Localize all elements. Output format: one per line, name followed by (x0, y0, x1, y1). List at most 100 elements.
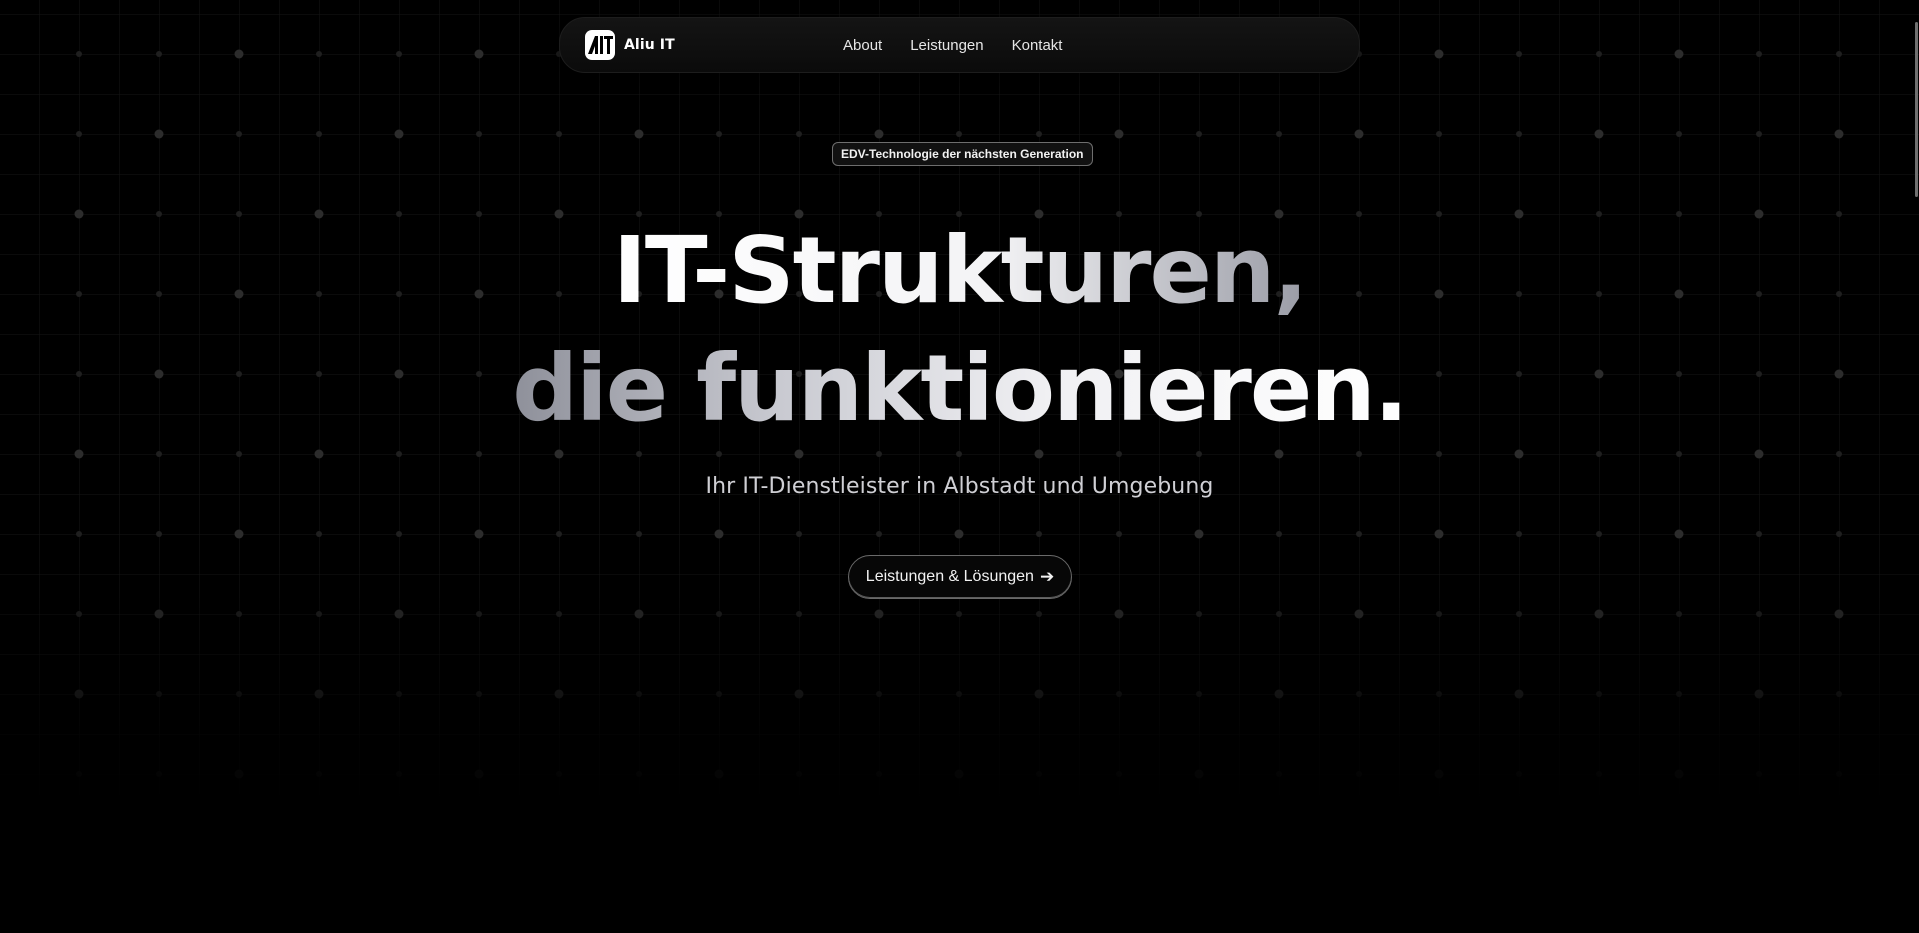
grid-dot (954, 529, 964, 539)
grid-dot (1036, 771, 1042, 777)
grid-dot (1596, 451, 1602, 457)
nav-link-leistungen[interactable]: Leistungen (910, 37, 983, 54)
hero-subtitle: Ihr IT-Dienstleister in Albstadt und Umg… (705, 474, 1214, 499)
grid-dot (556, 531, 562, 537)
grid-dot (1436, 691, 1442, 697)
grid-dot (236, 611, 242, 617)
grid-dot (234, 49, 244, 59)
grid-dot (1596, 531, 1602, 537)
grid-dot (716, 451, 722, 457)
grid-dot (316, 771, 322, 777)
grid-dot (1836, 451, 1842, 457)
grid-dot (874, 609, 884, 619)
grid-dot (1676, 691, 1682, 697)
nav-link-about[interactable]: About (843, 37, 882, 54)
grid-dot (956, 691, 962, 697)
grid-dot (1034, 689, 1044, 699)
brand-name[interactable]: Aliu IT (624, 37, 675, 53)
grid-dot (796, 611, 802, 617)
grid-dot (474, 769, 484, 779)
page: Aliu IT About Leistungen Kontakt EDV-Tec… (0, 0, 1919, 933)
hero-badge: EDV-Technologie der nächsten Generation (832, 142, 1093, 166)
grid-dot (716, 611, 722, 617)
grid-dot (1836, 691, 1842, 697)
grid-dot (316, 531, 322, 537)
grid-dot (1196, 611, 1202, 617)
grid-dot (1436, 131, 1442, 137)
arrow-right-icon[interactable]: ➔ (1040, 567, 1054, 587)
grid-dot (1834, 129, 1844, 139)
grid-dot (1036, 131, 1042, 137)
grid-dot (1196, 451, 1202, 457)
grid-dot (716, 691, 722, 697)
grid-dot (1516, 131, 1522, 137)
hero-headline: IT-Strukturen, die funktionieren. (0, 212, 1919, 448)
grid-dot (1196, 691, 1202, 697)
grid-dot (956, 131, 962, 137)
grid-dot (556, 131, 562, 137)
grid-dot (1036, 611, 1042, 617)
grid-dot (1594, 129, 1604, 139)
background-fade (0, 0, 1919, 933)
grid-dot (76, 611, 82, 617)
grid-dot (316, 51, 322, 57)
grid-dot (1116, 771, 1122, 777)
grid-dot (1276, 131, 1282, 137)
grid-dot (394, 129, 404, 139)
grid-dot (1354, 129, 1364, 139)
grid-dot (314, 689, 324, 699)
grid-dot (234, 529, 244, 539)
cta-label[interactable]: Leistungen & Lösungen (866, 568, 1034, 586)
grid-dot (1596, 51, 1602, 57)
grid-dot (1116, 451, 1122, 457)
grid-dot (1356, 691, 1362, 697)
scrollbar-thumb[interactable] (1915, 22, 1918, 197)
grid-dot (1436, 611, 1442, 617)
grid-dot (1116, 691, 1122, 697)
grid-dot (1036, 531, 1042, 537)
grid-dot (1676, 611, 1682, 617)
grid-dot (154, 609, 164, 619)
grid-dot (956, 451, 962, 457)
grid-dot (236, 131, 242, 137)
brand[interactable]: Aliu IT (585, 30, 675, 60)
grid-dot (874, 129, 884, 139)
cta-button[interactable]: Leistungen & Lösungen ➔ (848, 555, 1072, 599)
grid-dot (1516, 611, 1522, 617)
grid-dot (956, 611, 962, 617)
grid-dot (1674, 769, 1684, 779)
nav-link-kontakt[interactable]: Kontakt (1012, 37, 1063, 54)
grid-dot (156, 51, 162, 57)
grid-dot (316, 131, 322, 137)
grid-dot (236, 691, 242, 697)
grid-dot (76, 131, 82, 137)
grid-dot (796, 771, 802, 777)
grid-dot (636, 691, 642, 697)
grid-dot (636, 531, 642, 537)
grid-dot (1434, 769, 1444, 779)
grid-dot (1674, 49, 1684, 59)
grid-dot (876, 771, 882, 777)
page-scrollbar[interactable] (1913, 0, 1919, 933)
grid-dot (314, 449, 324, 459)
grid-dot (794, 689, 804, 699)
grid-dot (1434, 49, 1444, 59)
grid-dot (476, 691, 482, 697)
grid-dot (1274, 689, 1284, 699)
grid-dot (396, 531, 402, 537)
grid-dot (556, 771, 562, 777)
grid-dot (636, 771, 642, 777)
grid-dot (476, 611, 482, 617)
grid-dot (794, 449, 804, 459)
grid-dot (636, 451, 642, 457)
grid-dot (76, 531, 82, 537)
grid-dot (1756, 771, 1762, 777)
grid-dot (1356, 771, 1362, 777)
grid-dot (1754, 449, 1764, 459)
grid-dot (1596, 691, 1602, 697)
grid-dot (1194, 529, 1204, 539)
logo-icon[interactable] (585, 30, 615, 60)
grid-dot (1756, 531, 1762, 537)
grid-dot (1836, 771, 1842, 777)
grid-dot (1276, 531, 1282, 537)
